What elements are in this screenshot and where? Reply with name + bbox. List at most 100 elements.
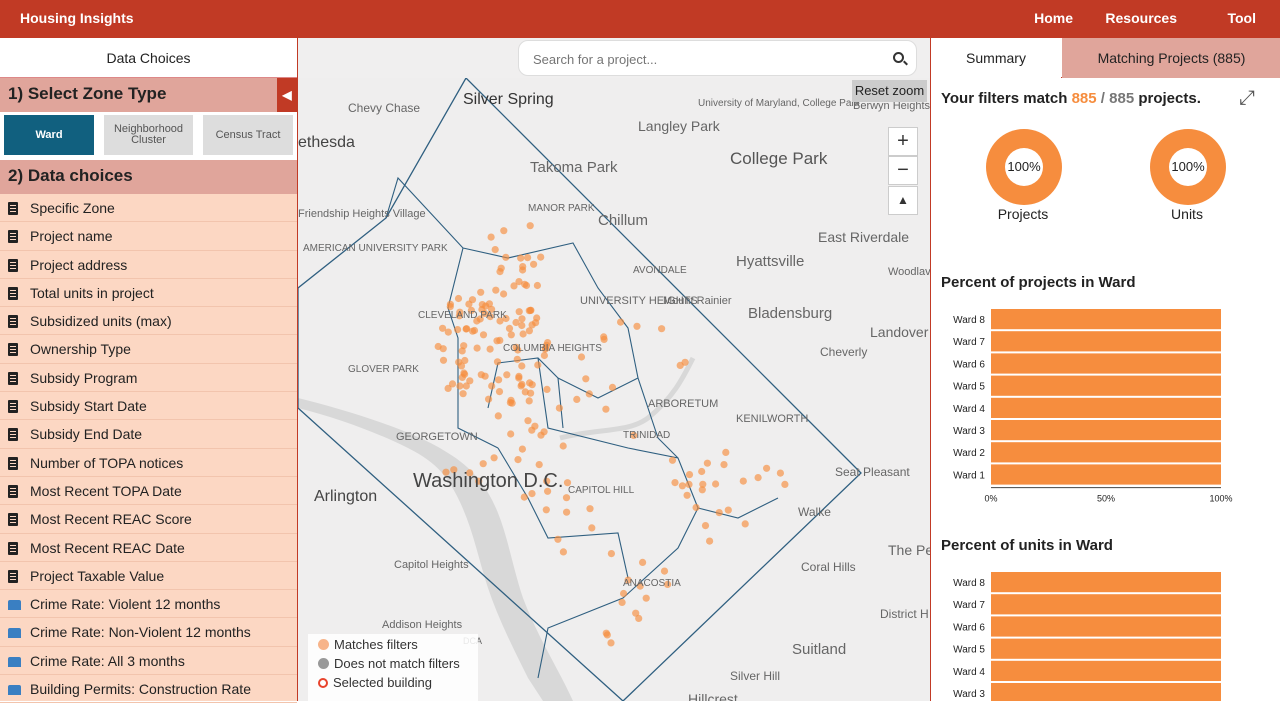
compass-reset-icon[interactable]: ▲ bbox=[888, 186, 918, 215]
data-choice-item[interactable]: Most Recent REAC Score bbox=[0, 505, 297, 534]
project-dot[interactable] bbox=[603, 631, 611, 639]
project-dot[interactable] bbox=[573, 395, 581, 403]
bar[interactable] bbox=[991, 331, 1221, 352]
project-dot[interactable] bbox=[520, 493, 528, 501]
project-dot[interactable] bbox=[754, 474, 762, 482]
project-dot[interactable] bbox=[492, 286, 500, 294]
project-dot[interactable] bbox=[528, 426, 536, 434]
project-dot[interactable] bbox=[514, 456, 522, 464]
project-dot[interactable] bbox=[525, 327, 533, 335]
project-dot[interactable] bbox=[534, 361, 542, 369]
map-area[interactable]: Silver Spring Chevy Chase University of Ma… bbox=[298, 38, 930, 701]
project-dot[interactable] bbox=[585, 390, 593, 398]
data-choice-item[interactable]: Subsidy Program bbox=[0, 364, 297, 393]
project-dot[interactable] bbox=[781, 480, 789, 488]
project-dot[interactable] bbox=[658, 325, 666, 333]
project-dot[interactable] bbox=[671, 479, 679, 487]
project-dot[interactable] bbox=[503, 371, 511, 379]
project-dot[interactable] bbox=[776, 469, 784, 477]
data-choice-item[interactable]: Most Recent TOPA Date bbox=[0, 477, 297, 506]
zone-button-ward[interactable]: Ward bbox=[4, 115, 94, 155]
bar[interactable] bbox=[991, 420, 1221, 441]
project-dot[interactable] bbox=[524, 417, 532, 425]
project-dot[interactable] bbox=[521, 280, 529, 288]
bar[interactable] bbox=[991, 353, 1221, 374]
tab-matching-projects[interactable]: Matching Projects (885) bbox=[1062, 38, 1280, 78]
project-dot[interactable] bbox=[642, 594, 650, 602]
project-dot[interactable] bbox=[763, 464, 771, 472]
project-dot[interactable] bbox=[703, 459, 711, 467]
project-dot[interactable] bbox=[600, 333, 608, 341]
project-dot[interactable] bbox=[720, 461, 728, 469]
project-dot[interactable] bbox=[507, 430, 515, 438]
data-choice-item[interactable]: Building Permits: Construction Rate bbox=[0, 675, 297, 703]
nav-link-tool[interactable]: Tool bbox=[1227, 10, 1256, 26]
project-dot[interactable] bbox=[543, 385, 551, 393]
project-dot[interactable] bbox=[685, 480, 693, 488]
project-dot[interactable] bbox=[554, 535, 562, 543]
project-dot[interactable] bbox=[457, 362, 466, 370]
data-choice-item[interactable]: Specific Zone bbox=[0, 194, 297, 223]
project-dot[interactable] bbox=[456, 382, 464, 390]
data-choice-item[interactable]: Project name bbox=[0, 222, 297, 251]
project-dot[interactable] bbox=[559, 442, 567, 450]
project-dot[interactable] bbox=[588, 524, 596, 532]
project-dot[interactable] bbox=[473, 344, 481, 352]
expand-icon[interactable]: ⤢ bbox=[1239, 87, 1255, 110]
data-choice-item[interactable]: Crime Rate: Violent 12 months bbox=[0, 590, 297, 619]
project-dot[interactable] bbox=[739, 477, 747, 485]
project-dot[interactable] bbox=[668, 456, 677, 464]
project-dot[interactable] bbox=[439, 356, 448, 364]
data-choice-item[interactable]: Crime Rate: All 3 months bbox=[0, 647, 297, 676]
project-dot[interactable] bbox=[490, 454, 498, 462]
bar[interactable] bbox=[991, 375, 1221, 396]
project-dot[interactable] bbox=[481, 372, 489, 380]
project-dot[interactable] bbox=[463, 325, 471, 333]
data-choice-item[interactable]: Total units in project bbox=[0, 279, 297, 308]
bar[interactable] bbox=[991, 464, 1221, 485]
project-dot[interactable] bbox=[512, 318, 520, 327]
data-choice-item[interactable]: Subsidized units (max) bbox=[0, 307, 297, 336]
project-dot[interactable] bbox=[513, 355, 521, 363]
project-dot[interactable] bbox=[537, 431, 545, 439]
data-choice-item[interactable]: Project address bbox=[0, 251, 297, 279]
project-dot[interactable] bbox=[518, 315, 526, 323]
project-dot[interactable] bbox=[741, 520, 749, 528]
project-dot[interactable] bbox=[617, 318, 625, 326]
data-choice-item[interactable]: Subsidy End Date bbox=[0, 420, 297, 449]
project-dot[interactable] bbox=[494, 412, 502, 420]
zone-button-neighborhood-cluster[interactable]: Neighborhood Cluster bbox=[104, 115, 193, 155]
project-dot[interactable] bbox=[706, 537, 714, 545]
project-dot[interactable] bbox=[639, 558, 647, 566]
project-dot[interactable] bbox=[479, 460, 487, 468]
project-dot[interactable] bbox=[530, 260, 538, 268]
bar[interactable] bbox=[991, 683, 1221, 701]
project-dot[interactable] bbox=[459, 390, 467, 398]
project-dot[interactable] bbox=[493, 337, 501, 345]
project-dot[interactable] bbox=[602, 405, 610, 413]
project-dot[interactable] bbox=[488, 382, 496, 390]
project-dot[interactable] bbox=[466, 377, 474, 385]
project-dot[interactable] bbox=[517, 382, 525, 390]
bar[interactable] bbox=[991, 660, 1221, 681]
map-canvas[interactable]: Silver Spring Chevy Chase University of Ma… bbox=[298, 78, 930, 701]
project-dot[interactable] bbox=[444, 384, 452, 392]
project-dot[interactable] bbox=[559, 548, 567, 556]
project-dot[interactable] bbox=[712, 480, 720, 488]
bar[interactable] bbox=[991, 572, 1221, 593]
project-dot[interactable] bbox=[582, 375, 590, 383]
project-dot[interactable] bbox=[563, 508, 571, 516]
data-choice-item[interactable]: Number of TOPA notices bbox=[0, 449, 297, 477]
project-dot[interactable] bbox=[618, 598, 626, 607]
project-dot[interactable] bbox=[502, 253, 510, 261]
project-dot[interactable] bbox=[500, 227, 508, 235]
project-dot[interactable] bbox=[495, 388, 504, 396]
project-dot[interactable] bbox=[620, 589, 628, 598]
project-dot[interactable] bbox=[479, 331, 488, 339]
search-input[interactable] bbox=[533, 49, 873, 69]
project-dot[interactable] bbox=[692, 503, 700, 512]
project-dot[interactable] bbox=[486, 345, 494, 353]
zoom-out-button[interactable]: − bbox=[888, 156, 918, 185]
project-dot[interactable] bbox=[701, 522, 710, 530]
project-dot[interactable] bbox=[493, 358, 502, 366]
